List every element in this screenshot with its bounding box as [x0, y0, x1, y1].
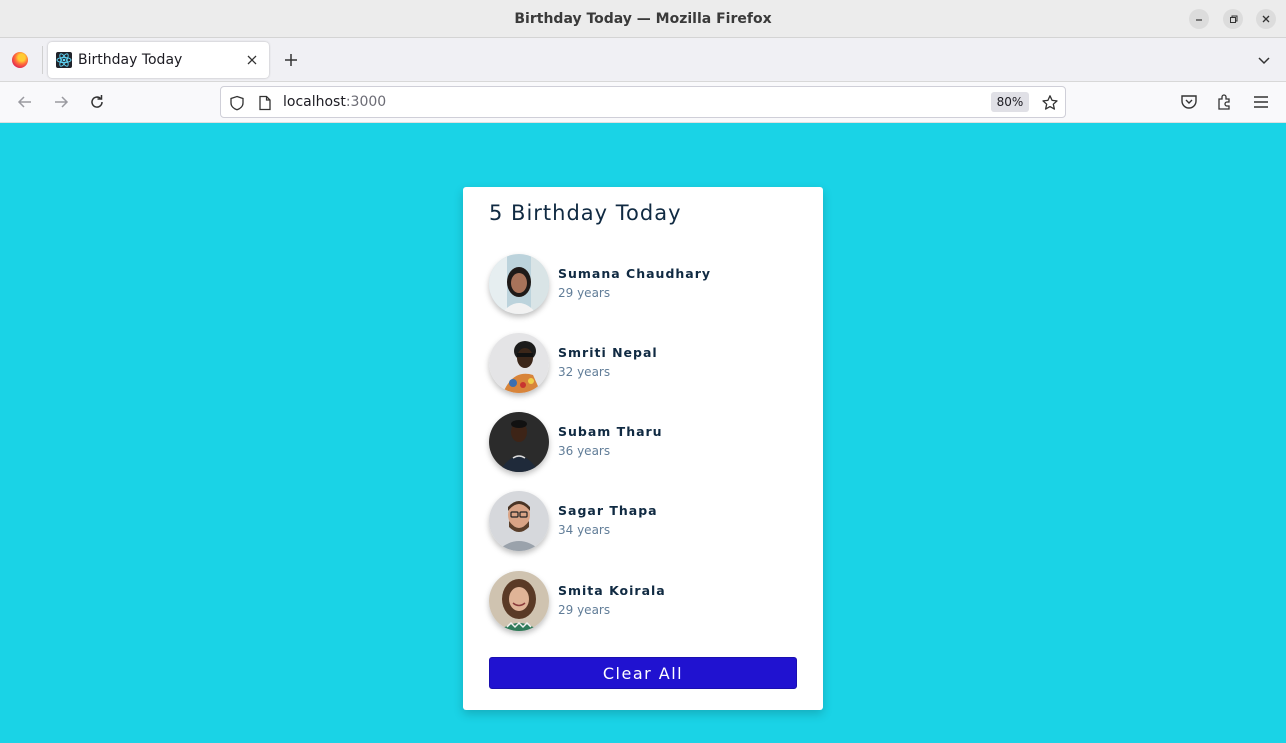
page-icon[interactable]: [258, 95, 272, 111]
person-name: Sagar Thapa: [558, 503, 658, 518]
back-button[interactable]: [15, 92, 35, 112]
person-item: Smita Koirala 29 years: [489, 571, 799, 633]
birthday-card: 5 Birthday Today Sumana Chaudhary 29 yea…: [463, 187, 823, 710]
navigation-toolbar: localhost:3000 80%: [0, 82, 1286, 123]
person-item: Sumana Chaudhary 29 years: [489, 254, 799, 316]
bookmark-star-icon[interactable]: [1041, 94, 1059, 112]
reload-icon: [91, 95, 103, 108]
plus-icon: [285, 54, 297, 66]
arrow-right-icon: [55, 96, 69, 108]
react-favicon-icon: [56, 52, 72, 68]
minimize-button[interactable]: [1189, 9, 1209, 29]
tab-close-icon[interactable]: [243, 51, 261, 69]
person-age: 36 years: [558, 444, 611, 458]
reload-button[interactable]: [87, 92, 107, 112]
person-item: Sagar Thapa 34 years: [489, 491, 799, 553]
extensions-button[interactable]: [1215, 92, 1235, 112]
avatar: [489, 412, 549, 472]
person-name: Subam Tharu: [558, 424, 663, 439]
person-name: Smita Koirala: [558, 583, 666, 598]
forward-button[interactable]: [51, 92, 71, 112]
birthday-count-heading: 5 Birthday Today: [489, 201, 682, 225]
restore-button[interactable]: [1223, 9, 1243, 29]
restore-icon: [1230, 15, 1238, 23]
pocket-icon: [1181, 95, 1197, 109]
app-menu-button[interactable]: [1251, 92, 1271, 112]
person-name: Sumana Chaudhary: [558, 266, 712, 281]
tab-divider: [42, 46, 43, 74]
person-age: 29 years: [558, 286, 611, 300]
pocket-button[interactable]: [1179, 92, 1199, 112]
zoom-level-badge[interactable]: 80%: [991, 92, 1029, 112]
person-item: Smriti Nepal 32 years: [489, 333, 799, 395]
avatar: [489, 333, 549, 393]
window-title: Birthday Today — Mozilla Firefox: [514, 11, 772, 27]
firefox-logo-icon[interactable]: [12, 52, 28, 68]
close-window-button[interactable]: [1256, 9, 1276, 29]
chevron-down-icon: [1258, 57, 1270, 65]
person-age: 32 years: [558, 365, 611, 379]
tab-birthday-today[interactable]: Birthday Today: [48, 42, 269, 78]
close-icon: [1262, 15, 1270, 23]
url-bar[interactable]: localhost:3000 80%: [220, 86, 1066, 118]
tab-bar: Birthday Today: [0, 38, 1286, 82]
url-host: localhost: [283, 94, 346, 110]
puzzle-piece-icon: [1218, 94, 1230, 110]
person-age: 34 years: [558, 523, 611, 537]
person-name: Smriti Nepal: [558, 345, 658, 360]
clear-all-button[interactable]: Clear All: [489, 657, 797, 689]
hamburger-menu-icon: [1254, 96, 1268, 108]
tab-label: Birthday Today: [78, 52, 183, 68]
avatar: [489, 254, 549, 314]
shield-icon[interactable]: [229, 95, 245, 111]
person-item: Subam Tharu 36 years: [489, 412, 799, 474]
minimize-icon: [1196, 19, 1202, 21]
url-port: :3000: [345, 94, 387, 110]
list-all-tabs-button[interactable]: [1256, 52, 1272, 68]
arrow-left-icon: [17, 96, 31, 108]
new-tab-button[interactable]: [281, 48, 301, 72]
avatar: [489, 491, 549, 551]
url-text[interactable]: localhost:3000: [283, 87, 386, 117]
window-titlebar: Birthday Today — Mozilla Firefox: [0, 0, 1286, 38]
person-age: 29 years: [558, 603, 611, 617]
avatar: [489, 571, 549, 631]
